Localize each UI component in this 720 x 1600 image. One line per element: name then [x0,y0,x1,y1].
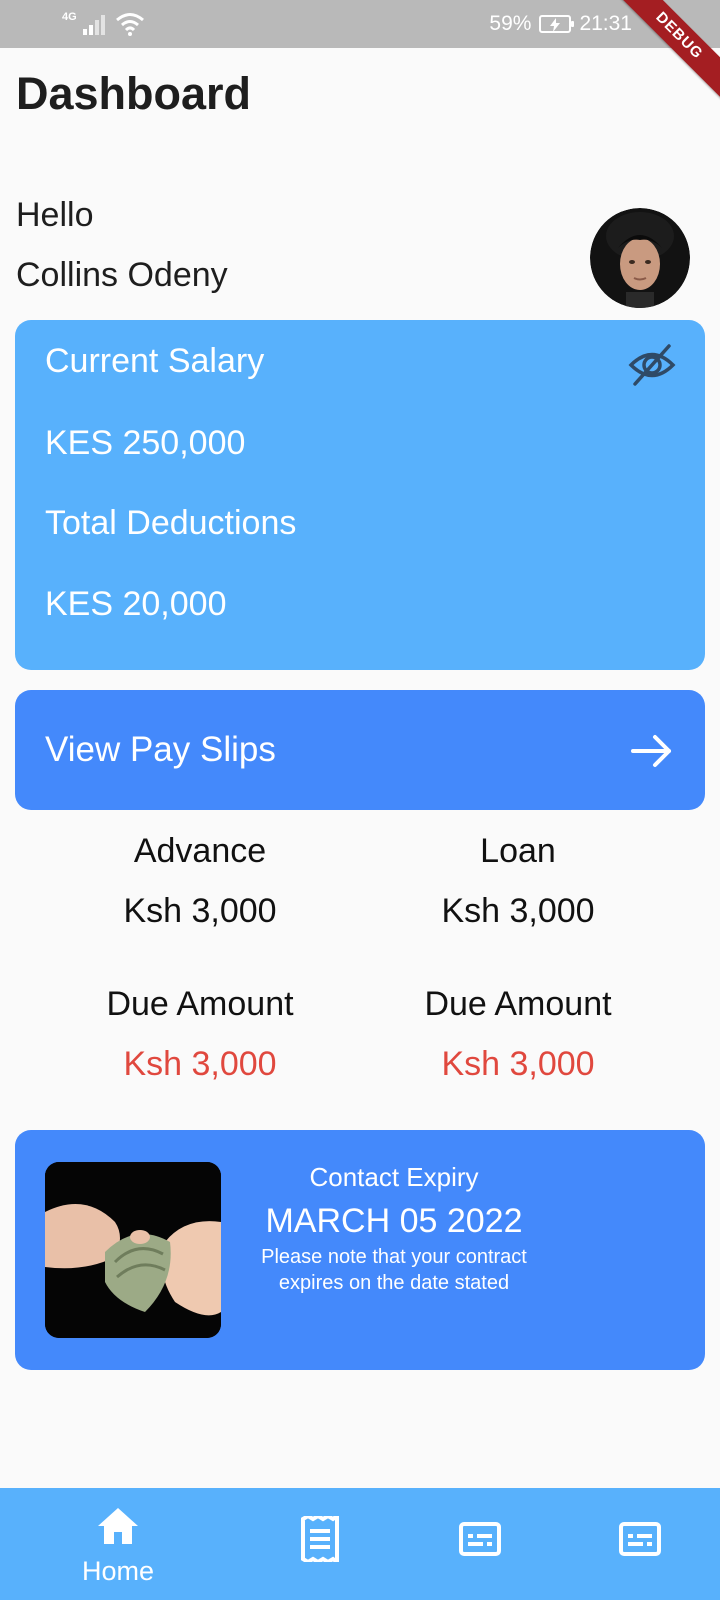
subtitles-icon [619,1522,661,1556]
nav-item-third[interactable] [410,1488,550,1600]
loan-due-label: Due Amount [424,985,612,1023]
subtitles-icon [459,1522,501,1556]
status-bar: 4G 59% 21:31 [0,0,720,48]
current-salary-value: KES 250,000 [45,424,246,462]
battery-percent: 59% [489,12,532,35]
user-name: Collins Odeny [16,256,228,294]
contract-expiry-date: MARCH 05 2022 [265,1202,523,1240]
advance-label: Advance [133,832,267,870]
signal-icon [82,15,105,35]
greeting-text: Hello [16,196,94,234]
receipt-icon [301,1516,339,1562]
contract-expiry-card: Contact Expiry MARCH 05 2022 Please note… [15,1130,705,1370]
wifi-icon [115,13,144,36]
arrow-right-icon [631,735,671,767]
nav-label-home: Home [81,1556,155,1586]
view-pay-slips-label: View Pay Slips [45,730,276,769]
loan-value: Ksh 3,000 [441,892,595,930]
advance-value: Ksh 3,000 [123,892,277,930]
advance-due-label: Due Amount [106,985,294,1023]
home-icon [98,1508,138,1544]
contract-expiry-title: Contact Expiry [309,1162,479,1192]
view-pay-slips-button[interactable]: View Pay Slips [15,690,705,810]
contract-expiry-note: Please note that your contract expires o… [261,1246,527,1294]
status-left: 4G [62,11,145,36]
loan-label: Loan [480,832,556,870]
avatar[interactable] [590,208,690,308]
eye-off-icon[interactable] [627,340,677,390]
bottom-navigation: Home [0,1488,720,1600]
network-type: 4G [62,11,77,23]
total-deductions-label: Total Deductions [45,504,297,542]
total-deductions-value: KES 20,000 [45,585,227,623]
nav-item-payslips[interactable] [250,1488,390,1600]
nav-item-fourth[interactable] [570,1488,710,1600]
battery-icon [539,15,575,33]
loan-due-value: Ksh 3,000 [441,1045,595,1083]
advance-due-value: Ksh 3,000 [123,1045,277,1083]
nav-item-home[interactable]: Home [48,1488,188,1600]
page-title: Dashboard [16,68,252,119]
status-right: 59% 21:31 [489,12,632,36]
current-salary-label: Current Salary [45,342,265,380]
money-image [45,1162,221,1338]
salary-card: Current Salary KES 250,000 Total Deducti… [15,320,705,670]
clock: 21:31 [579,12,632,35]
